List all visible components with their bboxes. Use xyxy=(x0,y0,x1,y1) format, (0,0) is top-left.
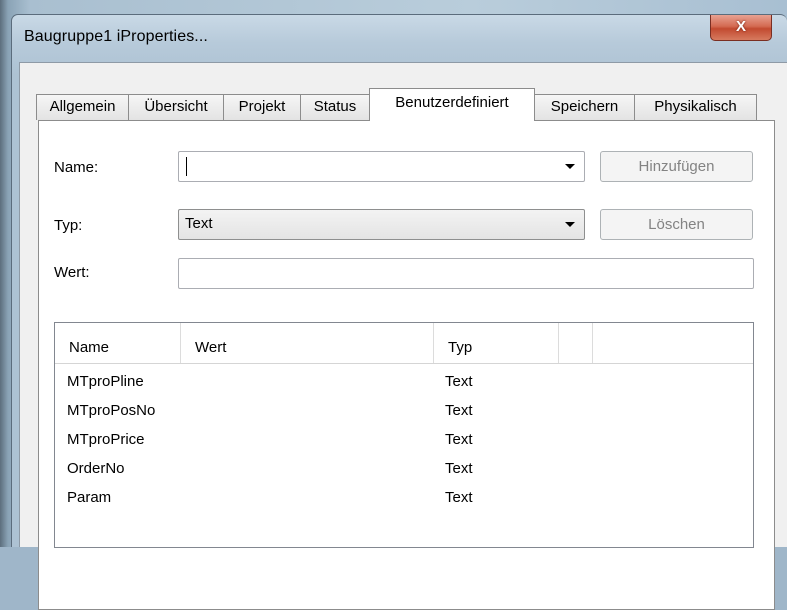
tab-label: Speichern xyxy=(550,98,619,115)
tab-allgemein[interactable]: Allgemein xyxy=(36,94,129,120)
tab-benutzerdefiniert[interactable]: Benutzerdefiniert xyxy=(369,88,535,121)
tab-label: Übersicht xyxy=(144,98,208,115)
column-header-label: Wert xyxy=(195,339,227,356)
properties-list[interactable]: Name Wert Typ MTproPline Text MTproPosNo… xyxy=(54,322,754,548)
tab-label: Projekt xyxy=(238,98,286,115)
table-row[interactable]: OrderNo Text xyxy=(55,454,753,483)
row-type: Text xyxy=(445,489,473,506)
table-row[interactable]: Param Text xyxy=(55,483,753,512)
row-name: MTproPline xyxy=(67,373,144,390)
tab-label: Physikalisch xyxy=(654,98,737,115)
dialog-client-area: Allgemein Übersicht Projekt Status Benut… xyxy=(19,62,787,610)
type-value: Text xyxy=(185,215,213,232)
row-name: OrderNo xyxy=(67,460,125,477)
tab-projekt[interactable]: Projekt xyxy=(223,94,301,120)
row-type: Text xyxy=(445,373,473,390)
tab-label: Status xyxy=(313,98,357,115)
type-dropdown[interactable]: Text xyxy=(178,209,585,240)
tab-physikalisch[interactable]: Physikalisch xyxy=(634,94,757,120)
row-type: Text xyxy=(445,402,473,419)
row-name: MTproPosNo xyxy=(67,402,156,419)
type-label: Typ: xyxy=(54,217,83,234)
add-button[interactable]: Hinzufügen xyxy=(600,151,753,182)
table-row[interactable]: MTproPrice Text xyxy=(55,425,753,454)
column-header-extra[interactable] xyxy=(559,323,593,363)
delete-button[interactable]: Löschen xyxy=(600,209,753,240)
window-title: Baugruppe1 iProperties... xyxy=(24,28,208,45)
row-type: Text xyxy=(445,460,473,477)
table-row[interactable]: MTproPline Text xyxy=(55,367,753,396)
tab-speichern[interactable]: Speichern xyxy=(534,94,635,120)
chevron-down-icon[interactable] xyxy=(565,164,575,169)
column-header-name[interactable]: Name xyxy=(55,323,181,363)
chevron-down-icon[interactable] xyxy=(565,222,575,227)
tab-label: Allgemein xyxy=(49,98,116,115)
title-bar[interactable]: Baugruppe1 iProperties... X xyxy=(12,15,787,63)
column-header-type[interactable]: Typ xyxy=(434,323,559,363)
tab-uebersicht[interactable]: Übersicht xyxy=(128,94,224,120)
close-button[interactable]: X xyxy=(710,15,772,41)
column-header-value[interactable]: Wert xyxy=(181,323,434,363)
name-label: Name: xyxy=(54,159,99,176)
row-type: Text xyxy=(445,431,473,448)
text-cursor xyxy=(186,157,187,176)
table-row[interactable]: MTproPosNo Text xyxy=(55,396,753,425)
list-header: Name Wert Typ xyxy=(55,323,753,364)
value-label: Wert: xyxy=(54,264,90,281)
name-combobox[interactable] xyxy=(178,151,585,182)
tab-label: Benutzerdefiniert xyxy=(395,94,509,111)
column-header-label: Name xyxy=(69,339,110,356)
close-icon: X xyxy=(735,18,746,35)
tab-status[interactable]: Status xyxy=(300,94,370,120)
column-header-label: Typ xyxy=(448,339,473,356)
value-input[interactable] xyxy=(178,258,754,289)
row-name: MTproPrice xyxy=(67,431,145,448)
row-name: Param xyxy=(67,489,112,506)
